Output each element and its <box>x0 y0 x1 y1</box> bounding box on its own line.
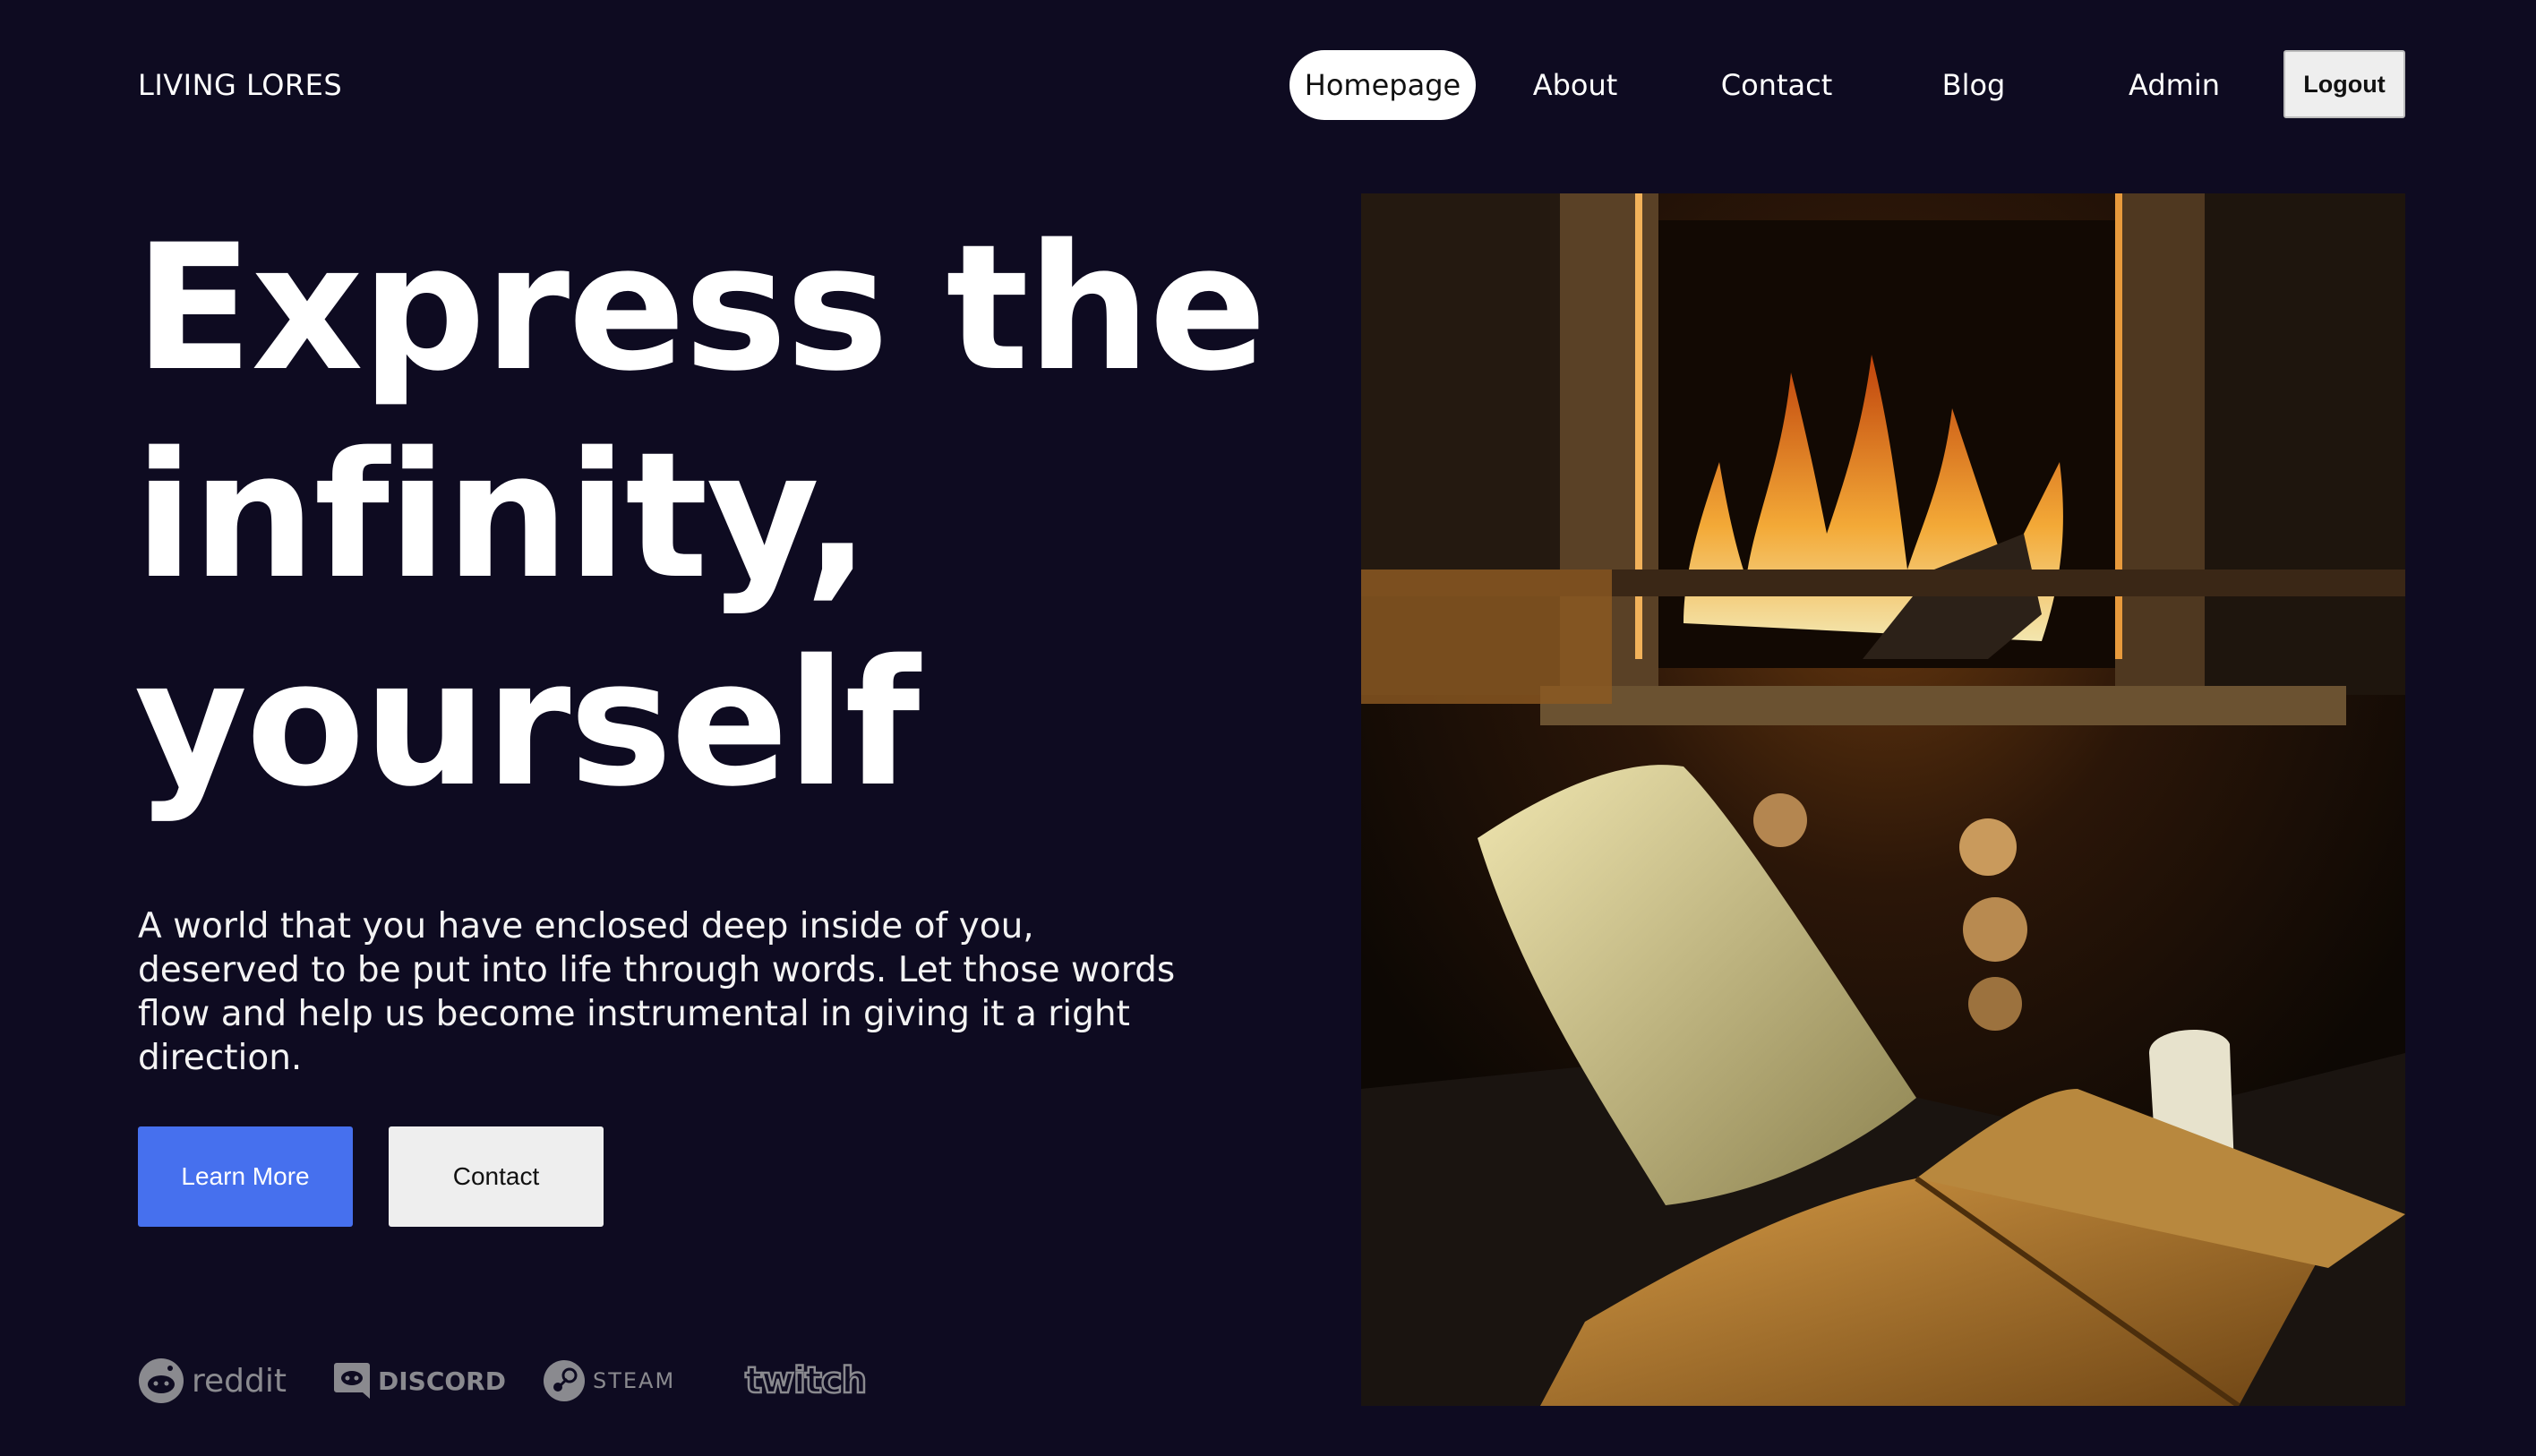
twitch-wordmark: twitch <box>744 1359 869 1403</box>
hero-headline-line: Express the <box>134 207 1267 409</box>
nav-item-about[interactable]: About <box>1517 50 1633 120</box>
nav-item-contact[interactable]: Contact <box>1705 50 1848 120</box>
discord-logo[interactable]: DISCORD <box>333 1354 506 1408</box>
reddit-icon <box>139 1358 184 1403</box>
reddit-logo[interactable]: reddit <box>138 1354 287 1408</box>
nav-item-admin[interactable]: Admin <box>2113 50 2235 120</box>
contact-button[interactable]: Contact <box>389 1126 604 1227</box>
logout-button[interactable]: Logout <box>2283 50 2405 118</box>
hero-headline-line: infinity, <box>134 415 870 617</box>
hero-headline-line: yourself <box>134 622 920 825</box>
discord-icon <box>334 1363 370 1399</box>
reddit-wordmark: reddit <box>192 1362 287 1400</box>
steam-logo[interactable]: STEAM <box>543 1354 675 1408</box>
nav-item-blog[interactable]: Blog <box>1929 50 2018 120</box>
hero-image <box>1361 193 2405 1406</box>
hero-headline: Express the infinity, yourself <box>134 204 1325 827</box>
steam-wordmark: STEAM <box>593 1368 676 1393</box>
main-nav: Homepage About Contact Blog Admin Logout <box>1289 50 2405 122</box>
nav-item-homepage[interactable]: Homepage <box>1289 50 1476 120</box>
fireplace-image <box>1361 193 2405 1406</box>
hero-description: A world that you have enclosed deep insi… <box>138 906 1176 1078</box>
steam-icon <box>544 1360 585 1401</box>
twitch-logo[interactable]: twitch <box>744 1354 869 1408</box>
learn-more-button[interactable]: Learn More <box>138 1126 353 1227</box>
brand-logo[interactable]: LIVING LORES <box>138 68 342 102</box>
discord-wordmark: DISCORD <box>378 1366 506 1396</box>
